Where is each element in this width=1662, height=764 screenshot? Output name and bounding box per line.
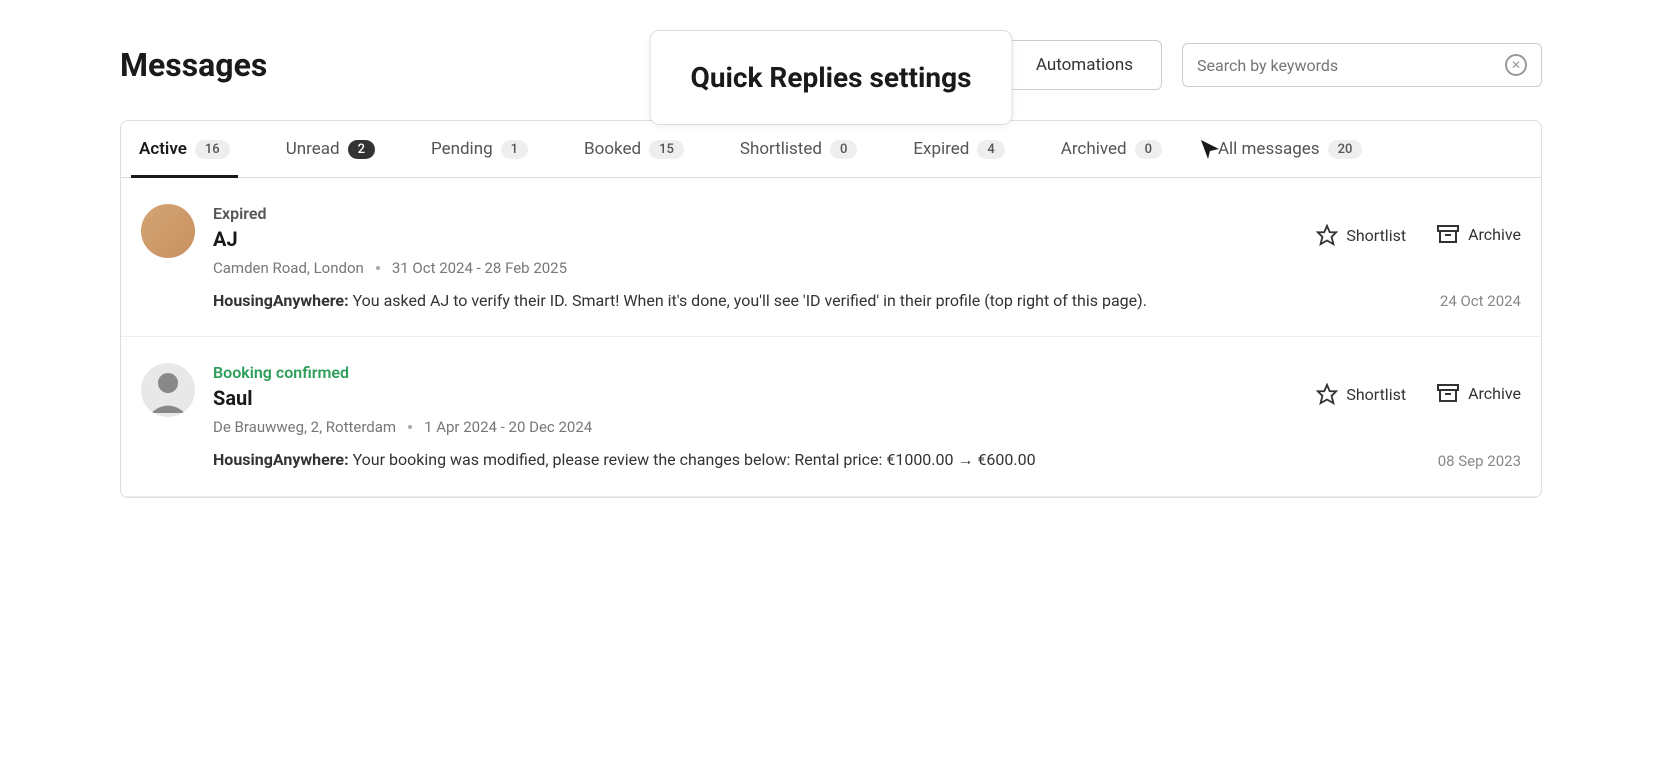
tab-badge: 2: [348, 140, 375, 159]
tab-label: Expired: [913, 139, 969, 159]
archive-button[interactable]: Archive: [1436, 383, 1521, 403]
preview-text: You asked AJ to verify their ID. Smart! …: [353, 291, 1147, 310]
tab-badge: 0: [830, 140, 857, 159]
preview-text: Your booking was modified, please review…: [353, 450, 1036, 469]
message-item[interactable]: Booking confirmed Saul De Brauwweg, 2, R…: [121, 337, 1541, 497]
tab-booked[interactable]: Booked 15: [576, 121, 692, 177]
location-text: De Brauwweg, 2, Rotterdam: [213, 418, 396, 436]
tab-label: Booked: [584, 139, 641, 159]
tab-label: Pending: [431, 139, 493, 159]
separator-dot: [376, 266, 380, 270]
tab-label: Active: [139, 139, 187, 159]
status-label: Booking confirmed: [213, 363, 1298, 382]
archive-button[interactable]: Archive: [1436, 224, 1521, 244]
tab-badge: 15: [649, 140, 684, 159]
tab-shortlisted[interactable]: Shortlisted 0: [732, 121, 866, 177]
messages-panel: Active 16 Unread 2 Pending 1 Booked 15 S…: [120, 120, 1542, 498]
page-title: Messages: [120, 46, 267, 84]
tab-label: Archived: [1061, 139, 1127, 159]
cursor-icon: [1198, 137, 1222, 161]
tab-all-messages[interactable]: All messages 20: [1210, 121, 1370, 177]
archive-icon: [1436, 383, 1460, 403]
avatar: [141, 363, 195, 417]
tab-pending[interactable]: Pending 1: [423, 121, 536, 177]
tabs-bar: Active 16 Unread 2 Pending 1 Booked 15 S…: [121, 121, 1541, 178]
shortlist-button[interactable]: Shortlist: [1316, 383, 1406, 405]
guest-name: Saul: [213, 386, 1298, 410]
message-item[interactable]: Expired AJ Camden Road, London 31 Oct 20…: [121, 178, 1541, 337]
location-text: Camden Road, London: [213, 259, 364, 277]
search-box[interactable]: ✕: [1182, 43, 1542, 87]
tab-label: Unread: [286, 139, 340, 159]
tab-badge: 20: [1328, 140, 1363, 159]
shortlist-label: Shortlist: [1346, 226, 1406, 245]
shortlist-button[interactable]: Shortlist: [1316, 224, 1406, 246]
star-icon: [1316, 224, 1338, 246]
timestamp: 24 Oct 2024: [1440, 292, 1521, 310]
archive-icon: [1436, 224, 1460, 244]
tab-badge: 16: [195, 140, 230, 159]
search-input[interactable]: [1197, 56, 1505, 75]
tab-badge: 1: [501, 140, 528, 159]
quick-replies-tooltip: Quick Replies settings: [650, 30, 1013, 125]
tab-unread[interactable]: Unread 2: [278, 121, 383, 177]
sender-name: HousingAnywhere:: [213, 291, 349, 310]
dates-text: 31 Oct 2024 - 28 Feb 2025: [392, 259, 567, 277]
shortlist-label: Shortlist: [1346, 385, 1406, 404]
clear-search-icon[interactable]: ✕: [1505, 54, 1527, 76]
tab-archived[interactable]: Archived 0: [1053, 121, 1170, 177]
tab-label: All messages: [1218, 139, 1320, 159]
automations-button[interactable]: Automations: [1007, 40, 1162, 90]
status-label: Expired: [213, 204, 1298, 223]
tab-badge: 4: [977, 140, 1004, 159]
tab-badge: 0: [1135, 140, 1162, 159]
dates-text: 1 Apr 2024 - 20 Dec 2024: [424, 418, 592, 436]
avatar: [141, 204, 195, 258]
timestamp: 08 Sep 2023: [1438, 452, 1521, 470]
star-icon: [1316, 383, 1338, 405]
archive-label: Archive: [1468, 225, 1521, 244]
sender-name: HousingAnywhere:: [213, 450, 349, 469]
guest-name: AJ: [213, 227, 1298, 251]
tab-label: Shortlisted: [740, 139, 822, 159]
tab-active[interactable]: Active 16: [131, 121, 238, 177]
separator-dot: [408, 425, 412, 429]
tab-expired[interactable]: Expired 4: [905, 121, 1012, 177]
archive-label: Archive: [1468, 384, 1521, 403]
